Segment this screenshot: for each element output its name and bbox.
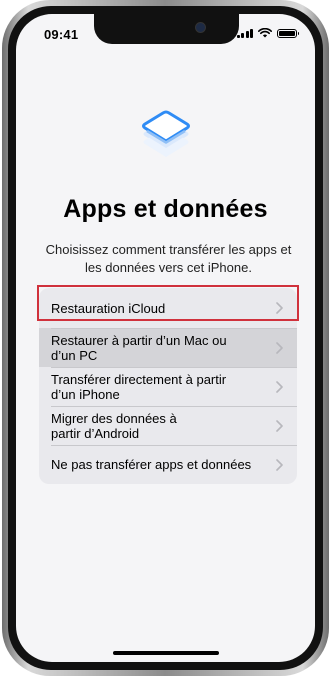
chevron-right-icon bbox=[276, 341, 283, 354]
phone-screen: 09:41 Apps et données Choisissez comment… bbox=[16, 14, 315, 662]
wifi-icon bbox=[258, 28, 272, 38]
option-restore-from-mac-pc[interactable]: Restaurer à partir d’un Mac ou d’un PC bbox=[39, 328, 297, 367]
subtitle-line-2: les données vers cet iPhone. bbox=[85, 260, 252, 275]
option-do-not-transfer[interactable]: Ne pas transférer apps et données bbox=[39, 445, 297, 484]
option-label: Restauration iCloud bbox=[51, 300, 166, 316]
chevron-right-icon bbox=[276, 302, 283, 314]
option-migrate-from-android[interactable]: Migrer des données à partir d’Android bbox=[39, 406, 297, 445]
page-subtitle: Choisissez comment transférer les apps e… bbox=[32, 241, 305, 277]
notch bbox=[94, 14, 239, 44]
option-label: Ne pas transférer apps et données bbox=[51, 457, 252, 472]
option-transfer-from-iphone[interactable]: Transférer directement à partir d’un iPh… bbox=[39, 367, 297, 406]
front-camera bbox=[195, 22, 206, 33]
battery-icon bbox=[277, 28, 299, 38]
apps-layers-icon bbox=[142, 110, 190, 157]
phone-frame: 09:41 Apps et données Choisissez comment… bbox=[2, 0, 329, 676]
chevron-right-icon bbox=[276, 380, 283, 393]
option-icloud-restore[interactable]: Restauration iCloud bbox=[39, 288, 297, 328]
subtitle-line-1: Choisissez comment transférer les apps e… bbox=[45, 242, 292, 257]
chevron-right-icon bbox=[276, 419, 283, 432]
home-indicator[interactable] bbox=[113, 651, 219, 655]
status-time: 09:41 bbox=[44, 27, 79, 42]
status-icons bbox=[236, 28, 299, 38]
option-label: Restaurer à partir d’un Mac ou d’un PC bbox=[51, 332, 227, 363]
option-label: Transférer directement à partir d’un iPh… bbox=[51, 371, 227, 402]
cellular-signal-icon bbox=[236, 28, 253, 38]
chevron-right-icon bbox=[276, 458, 283, 471]
page-title: Apps et données bbox=[63, 195, 268, 223]
transfer-options-list: Restauration iCloud Restaurer à partir d… bbox=[39, 288, 297, 484]
option-label: Migrer des données à partir d’Android bbox=[51, 410, 177, 441]
